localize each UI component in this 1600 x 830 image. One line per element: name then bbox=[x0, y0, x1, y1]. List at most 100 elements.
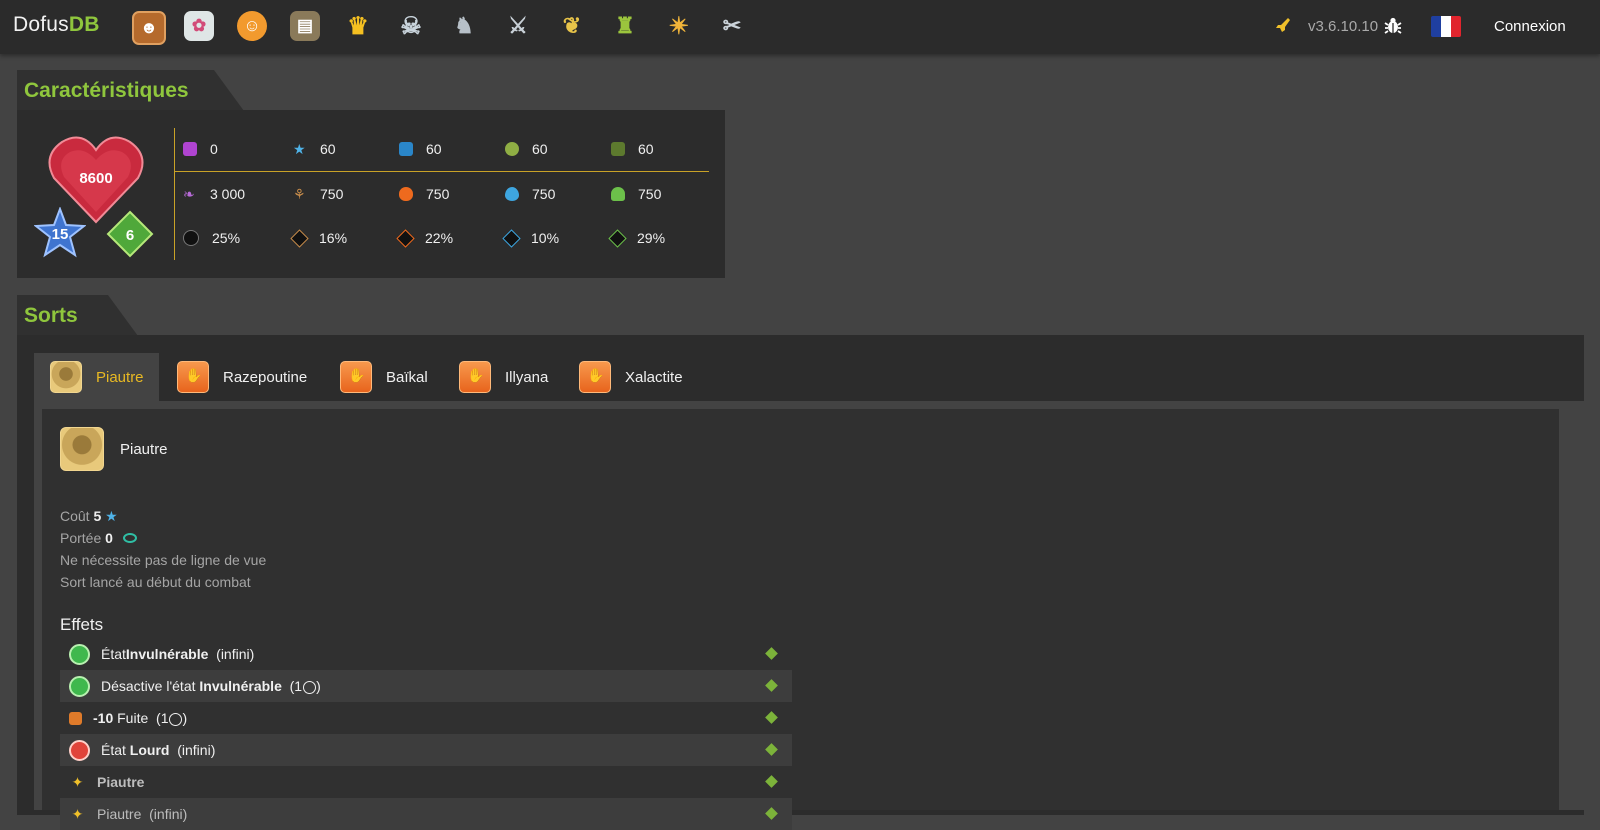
login-button[interactable]: Connexion bbox=[1494, 18, 1566, 35]
cost-value: 5 bbox=[93, 508, 102, 524]
site-logo[interactable]: DofusDB bbox=[13, 13, 100, 37]
tab-label: Xalactite bbox=[625, 368, 683, 386]
fire-icon bbox=[399, 187, 413, 201]
stat-value: 10% bbox=[531, 230, 560, 246]
tools-icon[interactable]: ✂ bbox=[717, 11, 747, 41]
version-label: v3.6.10.10 bbox=[1308, 18, 1379, 35]
top-navbar: DofusDB ☻ ✿ ☺ ▤ ♛ ☠ ♞ ⚔ ❦ ♜ ✴ ✂ v3.6.10.… bbox=[0, 0, 1600, 54]
stat-earth: ⚘ 750 bbox=[293, 186, 343, 202]
stat-value: 750 bbox=[426, 186, 450, 202]
state-heavy-icon bbox=[69, 739, 90, 761]
stat-value: 750 bbox=[532, 186, 556, 202]
section-title-caracteristiques: Caractéristiques bbox=[17, 70, 244, 111]
equipment-icon[interactable]: ♜ bbox=[610, 11, 640, 41]
stats-divider-horizontal bbox=[174, 171, 709, 172]
npc-icon[interactable]: ✿ bbox=[184, 11, 214, 41]
stat-escape: 60 bbox=[611, 141, 654, 157]
resources-icon[interactable]: ❦ bbox=[557, 11, 587, 41]
earth-resist-icon bbox=[290, 228, 309, 248]
tab-label: Illyana bbox=[505, 368, 549, 386]
tab-razepoutine[interactable]: Razepoutine bbox=[177, 353, 307, 401]
piautre-spell-icon bbox=[50, 361, 82, 393]
cast-timing-info: Sort lancé au début du combat bbox=[60, 574, 251, 590]
stat-summon: ❧ 3 000 bbox=[183, 186, 245, 202]
language-flag-fr[interactable] bbox=[1431, 16, 1461, 37]
stat-value: 16% bbox=[319, 230, 348, 246]
effect-diamond-icon bbox=[765, 647, 778, 660]
range-value: 0 bbox=[105, 530, 113, 546]
stat-value: 3 000 bbox=[210, 186, 246, 202]
dungeons-icon[interactable]: ☠ bbox=[396, 11, 426, 41]
almanax-icon[interactable]: ♞ bbox=[449, 11, 479, 41]
range-label: Portée bbox=[60, 530, 102, 546]
effect-diamond-icon bbox=[765, 775, 778, 788]
stat-fire: 750 bbox=[399, 186, 449, 202]
air-resist-icon bbox=[608, 228, 627, 248]
effect-row: État Lourd (infini) bbox=[60, 734, 792, 766]
summon-icon: ❧ bbox=[183, 186, 195, 202]
turn-clock-icon bbox=[169, 712, 183, 726]
logo-text-db: DB bbox=[68, 13, 100, 36]
effect-text: État bbox=[101, 742, 130, 758]
shield-star-icon bbox=[399, 142, 413, 156]
effect-row: -10 Fuite (1) bbox=[60, 702, 792, 734]
air-icon bbox=[611, 187, 625, 201]
tab-xalactite[interactable]: Xalactite bbox=[579, 353, 683, 401]
level-value: 15 bbox=[51, 226, 69, 243]
spell-cost: Coût 5 ★ bbox=[60, 508, 118, 525]
eye-range-icon bbox=[122, 533, 137, 543]
illyana-spell-icon bbox=[459, 361, 491, 393]
items-icon[interactable]: ▤ bbox=[290, 11, 320, 41]
effect-bold: Invulnérable bbox=[199, 678, 282, 694]
tab-label: Piautre bbox=[96, 368, 144, 386]
stat-value: 25% bbox=[212, 230, 241, 246]
life-value: 8600 bbox=[79, 170, 113, 187]
spells-icon[interactable]: ✴ bbox=[664, 11, 694, 41]
monsters-icon[interactable]: ☻ bbox=[132, 11, 166, 45]
effect-text: Piautre (infini) bbox=[97, 806, 188, 822]
stat-water-resist: 10% bbox=[502, 228, 560, 248]
spell-range: Portée 0 bbox=[60, 530, 137, 546]
line-of-sight-info: Ne nécessite pas de ligne de vue bbox=[60, 552, 267, 568]
effect-text: Désactive l'état bbox=[101, 678, 200, 694]
effect-diamond-icon bbox=[765, 679, 778, 692]
effect-bold: Lourd bbox=[129, 742, 170, 758]
fire-resist-icon bbox=[396, 228, 415, 248]
stat-value: 60 bbox=[532, 141, 548, 157]
stat-air-resist: 29% bbox=[608, 228, 665, 248]
stat-fire-resist: 22% bbox=[396, 228, 454, 248]
tab-illyana[interactable]: Illyana bbox=[459, 353, 548, 401]
stat-value: 750 bbox=[638, 186, 662, 202]
stat-value: 22% bbox=[425, 230, 454, 246]
stat-value: 60 bbox=[638, 141, 654, 157]
logo-text-dofus: Dofus bbox=[13, 13, 69, 36]
escape-debuff-icon bbox=[69, 711, 82, 725]
weapons-icon[interactable]: ⚔ bbox=[503, 11, 533, 41]
effect-text: Fuite (1 bbox=[113, 710, 169, 726]
effect-duration: (infini) bbox=[169, 742, 216, 758]
effect-bold[interactable]: Piautre bbox=[97, 774, 144, 790]
neutral-resist-icon bbox=[183, 230, 199, 246]
turn-clock-icon bbox=[303, 680, 317, 694]
spell-cast-icon: ✦ bbox=[71, 805, 84, 822]
tab-baikal[interactable]: Baïkal bbox=[340, 353, 428, 401]
water-resist-icon bbox=[502, 228, 521, 248]
characters-icon[interactable]: ☺ bbox=[237, 11, 267, 41]
section-title-sorts: Sorts bbox=[17, 295, 138, 336]
level-gem-value: 6 bbox=[125, 227, 135, 244]
state-invulnerable-icon bbox=[69, 675, 90, 697]
tab-piautre[interactable]: Piautre bbox=[34, 353, 159, 401]
effect-row: Désactive l'état Invulnérable (1) bbox=[60, 670, 792, 702]
stat-value: 60 bbox=[320, 141, 336, 157]
rocket-icon[interactable] bbox=[1275, 17, 1291, 35]
piautre-spell-large-icon bbox=[60, 427, 104, 471]
effect-row: ✦ Piautre (infini) bbox=[60, 798, 792, 830]
tab-label: Razepoutine bbox=[223, 368, 308, 386]
effect-duration: (infini) bbox=[208, 646, 255, 662]
achievements-icon[interactable]: ♛ bbox=[343, 11, 373, 41]
tab-label: Baïkal bbox=[386, 368, 428, 386]
stat-water: 750 bbox=[505, 186, 555, 202]
effect-diamond-icon bbox=[765, 743, 778, 756]
cost-label: Coût bbox=[60, 508, 90, 524]
bug-report-icon[interactable] bbox=[1383, 16, 1403, 36]
